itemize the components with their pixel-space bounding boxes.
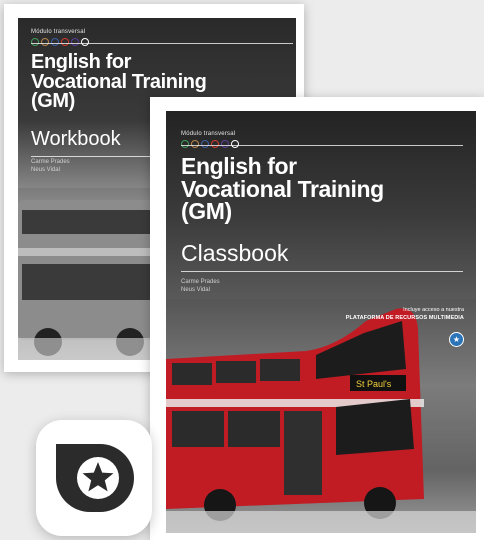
classbook-title: English for Vocational Training (GM) xyxy=(181,155,384,223)
subtitle-rule xyxy=(31,156,151,157)
title-line: English for xyxy=(181,153,297,179)
module-dot xyxy=(181,140,189,148)
module-dot xyxy=(231,140,239,148)
title-line: English for xyxy=(31,51,132,73)
module-label: Módulo transversal xyxy=(181,131,236,137)
star-speech-bubble-icon xyxy=(56,444,134,512)
module-dot xyxy=(191,140,199,148)
title-line: (GM) xyxy=(181,198,232,225)
header-rule xyxy=(31,43,293,44)
module-color-dots xyxy=(181,140,239,148)
module-dot xyxy=(221,140,229,148)
module-dot xyxy=(211,140,219,148)
promo-line-bold: PLATAFORMA DE RECURSOS MULTIMEDIA xyxy=(345,314,464,321)
module-color-dots xyxy=(31,38,89,46)
module-dot xyxy=(71,38,79,46)
header-rule xyxy=(181,145,463,146)
module-dot xyxy=(31,38,39,46)
bus-illustration-red: St Paul's xyxy=(166,299,476,533)
promo-text: Incluye acceso a nuestra PLATAFORMA DE R… xyxy=(346,307,464,323)
module-dot xyxy=(81,38,89,46)
classbook-authors: Carme Prades Neus Vidal xyxy=(181,279,220,294)
subtitle-rule xyxy=(181,271,463,272)
workbook-authors: Carme Prades Neus Vidal xyxy=(31,159,70,174)
publisher-logo-card xyxy=(36,420,152,536)
classbook-cover-card: Módulo transversal English for Vocationa… xyxy=(150,97,484,540)
author-name: Carme Prades xyxy=(31,159,70,165)
author-name: Neus Vidal xyxy=(181,286,210,293)
classbook-cover: Módulo transversal English for Vocationa… xyxy=(166,111,476,533)
title-line: Vocational Training xyxy=(181,175,384,202)
promo-line: Incluye acceso a nuestra xyxy=(403,307,464,313)
author-name: Carme Prades xyxy=(181,279,220,285)
bus-destination: St Paul's xyxy=(356,379,392,389)
workbook-subtitle: Workbook xyxy=(31,128,121,150)
module-dot xyxy=(41,38,49,46)
star-badge-icon: ★ xyxy=(449,332,464,347)
module-label: Módulo transversal xyxy=(31,29,86,35)
module-dot xyxy=(61,38,69,46)
classbook-subtitle: Classbook xyxy=(181,240,289,266)
module-dot xyxy=(201,140,209,148)
author-name: Neus Vidal xyxy=(31,166,60,173)
module-dot xyxy=(51,38,59,46)
